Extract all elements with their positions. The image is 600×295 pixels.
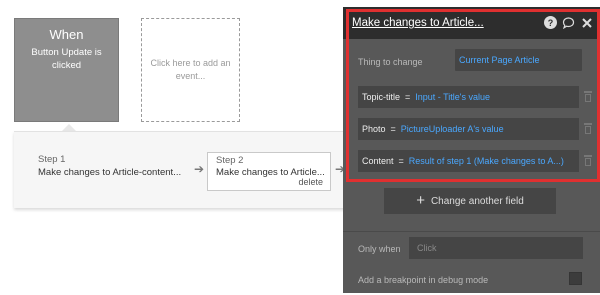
comment-icon[interactable] — [562, 16, 575, 29]
property-editor-panel: Make changes to Article... ? Thing to ch… — [343, 7, 600, 293]
trash-icon[interactable] — [583, 91, 593, 102]
field-row-photo[interactable]: Photo = PictureUploader A's value — [358, 118, 579, 140]
field-operator: = — [390, 124, 396, 134]
event-card[interactable]: When Button Update is clicked — [14, 18, 119, 122]
field-value[interactable]: Input - Title's value — [415, 92, 490, 102]
step-1[interactable]: Step 1 Make changes to Article-content..… — [38, 154, 181, 178]
divider — [343, 231, 600, 232]
step-1-action: Make changes to Article-content... — [38, 167, 182, 178]
thing-to-change-value[interactable]: Current Page Article — [455, 49, 582, 71]
field-row-topic-title[interactable]: Topic-title = Input - Title's value — [358, 86, 579, 108]
only-when-label: Only when — [358, 244, 401, 254]
event-description: Button Update is clicked — [31, 47, 102, 71]
add-event-placeholder[interactable]: Click here to add an event... — [141, 18, 240, 122]
thing-to-change-label: Thing to change — [358, 57, 423, 67]
breakpoint-label: Add a breakpoint in debug mode — [358, 275, 489, 285]
change-another-field-label: Change another field — [430, 196, 524, 207]
field-value[interactable]: PictureUploader A's value — [401, 124, 504, 134]
close-icon[interactable] — [580, 16, 593, 29]
event-heading: When — [49, 27, 84, 42]
field-operator: = — [405, 92, 411, 102]
step-2-label: Step 2 — [216, 155, 244, 166]
panel-title[interactable]: Make changes to Article... — [352, 17, 484, 29]
field-name: Content — [362, 156, 394, 166]
field-name: Topic-title — [362, 92, 401, 102]
trash-icon[interactable] — [583, 123, 593, 134]
help-icon[interactable]: ? — [544, 16, 557, 29]
change-another-field-button[interactable]: + Change another field — [384, 188, 556, 214]
plus-icon: + — [416, 192, 425, 209]
panel-header: Make changes to Article... ? — [343, 7, 600, 39]
event-pointer — [62, 124, 76, 131]
arrow-right-icon: ➔ — [194, 162, 205, 176]
delete-step-link[interactable]: delete — [298, 177, 323, 187]
only-when-input[interactable]: Click — [409, 237, 583, 259]
breakpoint-checkbox[interactable] — [569, 272, 582, 285]
trash-icon[interactable] — [583, 155, 593, 166]
field-operator: = — [398, 156, 404, 166]
field-name: Photo — [362, 124, 386, 134]
workflow-steps: Step 1 Make changes to Article-content..… — [14, 131, 354, 208]
field-value[interactable]: Result of step 1 (Make changes to A...) — [409, 156, 564, 166]
step-1-label: Step 1 — [38, 154, 66, 165]
field-row-content[interactable]: Content = Result of step 1 (Make changes t… — [358, 150, 579, 172]
step-2[interactable]: Step 2 Make changes to Article... delete — [207, 152, 331, 191]
